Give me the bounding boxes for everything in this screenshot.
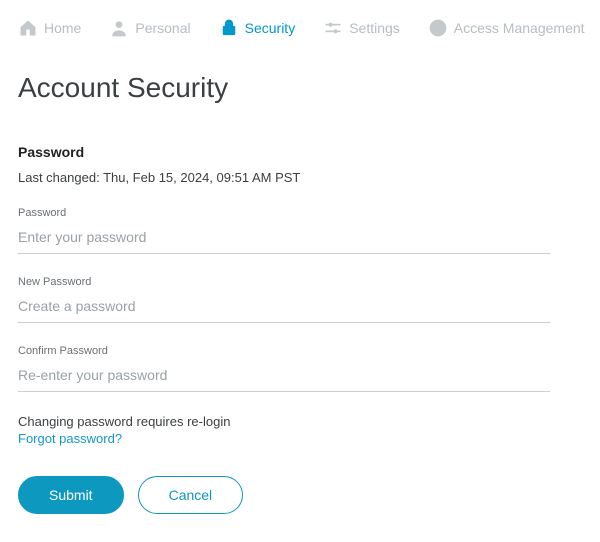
last-changed-timestamp: Thu, Feb 15, 2024, 09:51 AM PST (103, 170, 300, 185)
password-section-label: Password (18, 144, 582, 160)
sliders-icon (323, 18, 343, 38)
nav-security-label: Security (245, 20, 296, 36)
home-icon (18, 18, 38, 38)
last-changed-prefix: Last changed: (18, 170, 103, 185)
key-icon (428, 18, 448, 38)
page-title: Account Security (18, 72, 582, 104)
current-password-group: Password (18, 207, 550, 254)
nav-home[interactable]: Home (18, 18, 81, 38)
nav-access[interactable]: Access Management (428, 18, 585, 38)
cancel-button[interactable]: Cancel (138, 476, 244, 514)
nav-settings-label: Settings (349, 20, 400, 36)
top-nav: Home Personal Security Settings Access M… (0, 0, 600, 48)
nav-security[interactable]: Security (219, 18, 296, 38)
new-password-label: New Password (18, 276, 550, 288)
confirm-password-label: Confirm Password (18, 345, 550, 357)
person-icon (109, 18, 129, 38)
new-password-group: New Password (18, 276, 550, 323)
last-changed-line: Last changed: Thu, Feb 15, 2024, 09:51 A… (18, 170, 582, 185)
lock-icon (219, 18, 239, 38)
nav-personal[interactable]: Personal (109, 18, 190, 38)
forgot-password-link[interactable]: Forgot password? (18, 431, 122, 446)
main-content: Account Security Password Last changed: … (0, 48, 600, 532)
new-password-input[interactable] (18, 294, 550, 323)
button-row: Submit Cancel (18, 476, 582, 514)
confirm-password-group: Confirm Password (18, 345, 550, 392)
nav-settings[interactable]: Settings (323, 18, 400, 38)
relogin-note: Changing password requires re-login (18, 414, 582, 429)
nav-home-label: Home (44, 20, 81, 36)
confirm-password-input[interactable] (18, 363, 550, 392)
current-password-input[interactable] (18, 225, 550, 254)
submit-button[interactable]: Submit (18, 476, 124, 514)
nav-access-label: Access Management (454, 20, 585, 36)
current-password-label: Password (18, 207, 550, 219)
nav-personal-label: Personal (135, 20, 190, 36)
